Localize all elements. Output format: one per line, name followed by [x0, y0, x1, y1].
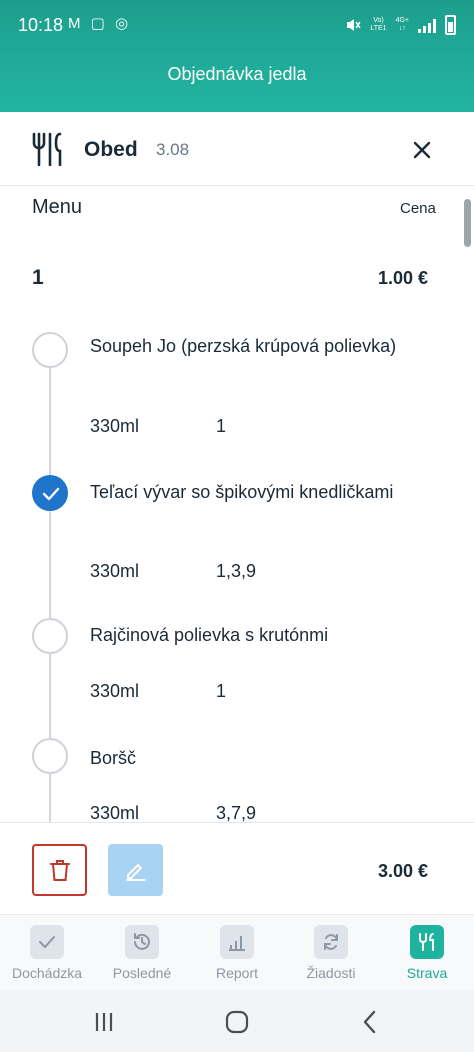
item-radio-3[interactable] [32, 618, 68, 654]
history-icon [125, 925, 159, 959]
nav-item-ziadosti[interactable]: Žiadosti [284, 925, 378, 991]
item-allergens: 1,3,9 [216, 561, 257, 581]
menu-list[interactable]: Menu Cena 1 1.00 € Soupeh Jo (perzská kr… [0, 186, 474, 822]
delete-button[interactable] [32, 844, 87, 896]
close-icon [413, 141, 431, 159]
check-icon [42, 487, 60, 501]
total-price: 3.00 € [378, 861, 429, 881]
close-button[interactable] [404, 132, 440, 168]
battery-icon [445, 15, 456, 35]
bottom-nav: Dochádzka Posledné Report Žiadosti Strav… [0, 914, 474, 990]
sync-icon [314, 925, 348, 959]
menu-heading: Menu [32, 196, 83, 218]
edit-button[interactable] [108, 844, 163, 896]
check-icon [30, 925, 64, 959]
fork-knife-icon [410, 925, 444, 959]
scrollbar[interactable] [464, 199, 471, 247]
item-radio-4[interactable] [32, 738, 68, 774]
home-icon[interactable] [222, 1007, 252, 1037]
item-volume: 330ml [90, 681, 140, 701]
menu-group-price: 1.00 € [378, 268, 429, 288]
nav-label: Posledné [112, 965, 172, 981]
pencil-icon [126, 864, 146, 881]
trash-icon [50, 860, 70, 881]
nav-item-report[interactable]: Report [190, 925, 284, 991]
nav-label: Report [215, 965, 259, 981]
item-radio-2[interactable] [32, 475, 68, 511]
back-icon[interactable] [356, 1007, 386, 1037]
app-header: 10:18 M ▢ ◎ Vo) LTE1 4G+ ↓↑ Objednávka j… [0, 0, 474, 112]
signal-icon [418, 17, 436, 33]
system-nav-bar [0, 990, 474, 1052]
item-name[interactable]: Soupeh Jo (perzská krúpová polievka) [90, 332, 430, 361]
order-action-bar: 3.00 € [0, 822, 474, 914]
volte-indicator: Vo) LTE1 [370, 17, 387, 32]
nav-label: Žiadosti [306, 965, 356, 981]
nav-item-posledne[interactable]: Posledné [95, 925, 189, 991]
page-title: Objednávka jedla [167, 64, 307, 84]
meal-name: Obed [84, 138, 138, 161]
bar-chart-icon [220, 925, 254, 959]
item-name[interactable]: Teľací vývar so špikovými knedličkami [90, 478, 430, 507]
item-volume: 330ml [90, 803, 140, 822]
item-name[interactable]: Boršč [90, 744, 430, 773]
mute-icon [347, 19, 361, 31]
item-name[interactable]: Rajčinová polievka s krutónmi [90, 621, 430, 650]
notification-icons: M ▢ ◎ [68, 15, 132, 32]
status-bar: 10:18 M ▢ ◎ Vo) LTE1 4G+ ↓↑ [0, 0, 474, 52]
item-volume: 330ml [90, 416, 140, 436]
meal-date: 3.08 [156, 140, 190, 159]
nav-item-strava[interactable]: Strava [380, 925, 474, 991]
menu-group-number: 1 [32, 266, 44, 289]
item-volume: 330ml [90, 561, 140, 581]
app-screen: 10:18 M ▢ ◎ Vo) LTE1 4G+ ↓↑ Objednávka j… [0, 0, 474, 1052]
nav-item-dochadzka[interactable]: Dochádzka [0, 925, 94, 991]
price-heading: Cena [400, 200, 436, 217]
item-allergens: 1 [216, 416, 227, 436]
nav-label: Dochádzka [11, 965, 83, 981]
item-radio-1[interactable] [32, 332, 68, 368]
network-indicator: 4G+ ↓↑ [395, 17, 409, 32]
item-allergens: 3,7,9 [216, 803, 257, 822]
item-allergens: 1 [216, 681, 227, 701]
status-right-icons: Vo) LTE1 4G+ ↓↑ [345, 15, 456, 35]
recent-apps-icon[interactable] [89, 1007, 119, 1037]
fork-knife-icon [32, 132, 62, 166]
meal-header: Obed 3.08 [0, 112, 474, 186]
nav-label: Strava [406, 965, 448, 981]
status-time: 10:18 [18, 15, 64, 35]
